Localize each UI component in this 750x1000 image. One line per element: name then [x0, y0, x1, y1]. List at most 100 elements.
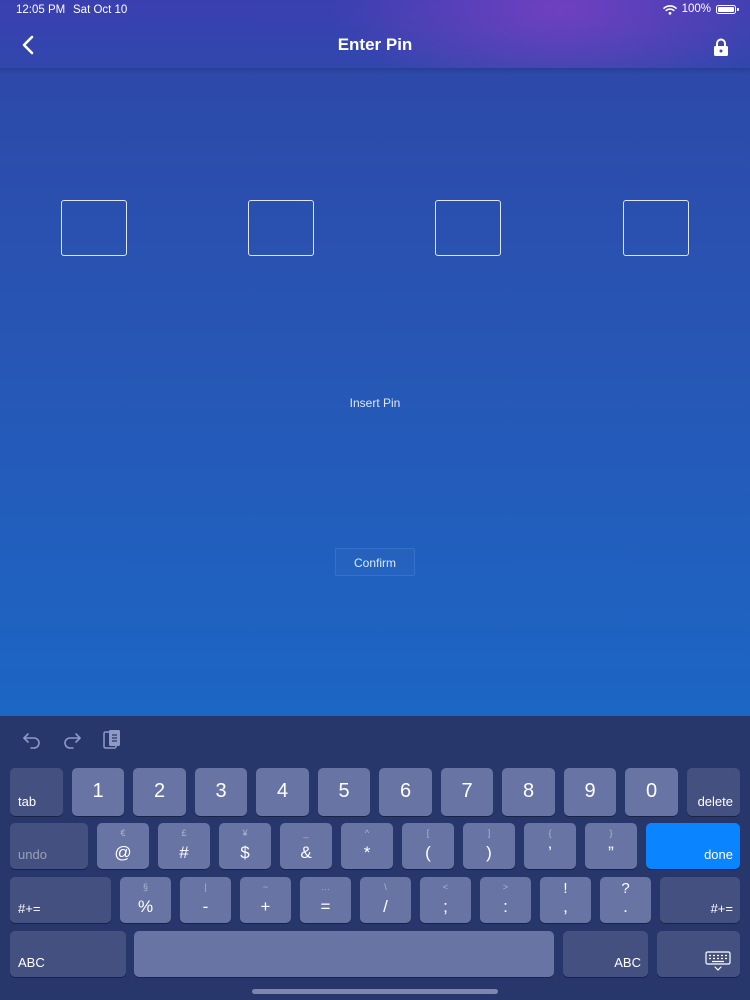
key-minus[interactable]: | -	[180, 877, 231, 923]
key-alt-label: !	[563, 880, 568, 897]
key-label: #	[179, 843, 189, 862]
status-bar: 12:05 PM Sat Oct 10 100%	[0, 0, 750, 22]
key-space[interactable]	[134, 931, 554, 977]
key-label: 4	[276, 780, 289, 802]
key-comma[interactable]: !,	[540, 877, 591, 923]
nav-shadow	[0, 68, 750, 74]
pin-slot-2[interactable]	[248, 200, 314, 256]
key-alt-label: €	[120, 828, 126, 838]
key-period[interactable]: ?.	[600, 877, 651, 923]
status-time: 12:05 PM	[16, 4, 66, 16]
key-done[interactable]: done	[646, 823, 740, 869]
key-label: 3	[215, 780, 227, 802]
key-7[interactable]: 7	[441, 768, 493, 816]
key-plus[interactable]: ~ +	[240, 877, 291, 923]
key-8[interactable]: 8	[502, 768, 555, 816]
key-label: 8	[522, 780, 535, 802]
key-label: @	[114, 843, 132, 862]
lock-button[interactable]	[710, 35, 732, 59]
key-alt-label: <	[442, 882, 449, 892]
key-5[interactable]: 5	[318, 768, 370, 816]
key-label: 7	[461, 780, 473, 802]
key-alt-label: |	[204, 882, 207, 892]
key-label: done	[704, 847, 733, 862]
key-2[interactable]: 2	[133, 768, 186, 816]
key-hash[interactable]: £ #	[158, 823, 210, 869]
nav-bar: Enter Pin	[0, 22, 750, 68]
key-dollar[interactable]: ¥ $	[219, 823, 271, 869]
key-close-paren[interactable]: ])	[463, 823, 515, 869]
key-1[interactable]: 1	[72, 768, 124, 816]
key-9[interactable]: 9	[564, 768, 616, 816]
key-open-paren[interactable]: [(	[402, 823, 454, 869]
key-label: *	[363, 843, 371, 862]
key-at[interactable]: € @	[97, 823, 149, 869]
key-quote[interactable]: }”	[585, 823, 637, 869]
home-indicator	[252, 989, 498, 994]
key-alt-label: §	[142, 882, 148, 892]
key-dismiss-keyboard[interactable]	[657, 931, 740, 977]
key-alt-label: \	[384, 882, 387, 892]
key-asterisk[interactable]: ^ *	[341, 823, 393, 869]
key-label: :	[503, 897, 508, 916]
key-abc-right[interactable]: ABC	[563, 931, 648, 977]
key-apostrophe[interactable]: {’	[524, 823, 576, 869]
key-label: #+=	[710, 901, 733, 916]
key-label: 1	[92, 780, 104, 802]
page-title: Enter Pin	[337, 35, 413, 54]
key-ampersand[interactable]: _ &	[280, 823, 332, 869]
keyboard-dismiss-icon	[705, 951, 731, 971]
battery-percent: 100%	[681, 3, 711, 15]
key-semicolon[interactable]: <;	[420, 877, 471, 923]
key-label: )	[486, 843, 492, 862]
status-right: 100%	[662, 3, 739, 15]
key-alt-label: ]	[487, 828, 491, 838]
pin-slot-4[interactable]	[623, 200, 689, 256]
key-alt-label: }	[609, 828, 613, 838]
key-alt-label: >	[502, 882, 509, 892]
confirm-button[interactable]: Confirm	[335, 548, 415, 576]
key-label: #+=	[18, 901, 41, 916]
key-3[interactable]: 3	[195, 768, 247, 816]
key-label: ”	[608, 843, 614, 862]
key-4[interactable]: 4	[256, 768, 309, 816]
key-label: %	[137, 897, 154, 916]
key-tab[interactable]: tab	[10, 768, 63, 816]
key-delete[interactable]: delete	[687, 768, 740, 816]
key-colon[interactable]: >:	[480, 877, 531, 923]
key-more-symbols-left[interactable]: #+=	[10, 877, 111, 923]
key-alt-label: ~	[262, 882, 269, 892]
key-label: ;	[443, 897, 448, 916]
paste-icon[interactable]	[100, 728, 124, 752]
key-label: $	[240, 843, 250, 862]
keyboard: tab 1 2 3 4 5 6 7 8 9 0 delete undo € @ £…	[0, 716, 750, 1000]
key-percent[interactable]: §%	[120, 877, 171, 923]
status-date: Sat Oct 10	[73, 4, 128, 16]
key-slash[interactable]: \ /	[360, 877, 411, 923]
key-0[interactable]: 0	[625, 768, 678, 816]
key-label: delete	[697, 794, 733, 809]
battery-icon	[716, 4, 739, 14]
key-label: 2	[153, 780, 166, 802]
key-label: 6	[399, 780, 412, 802]
key-alt-label: ?	[621, 880, 630, 897]
key-abc-left[interactable]: ABC	[10, 931, 126, 977]
lock-icon	[714, 38, 728, 56]
pin-slot-1[interactable]	[61, 200, 127, 256]
key-label: .	[623, 897, 628, 916]
undo-icon[interactable]	[20, 728, 44, 752]
key-label: ABC	[18, 955, 45, 970]
key-alt-label: …	[321, 882, 330, 892]
key-label: (	[425, 843, 431, 862]
key-alt-label: {	[548, 828, 552, 838]
insert-pin-label: Insert Pin	[349, 396, 401, 410]
key-label: 9	[584, 780, 596, 802]
key-6[interactable]: 6	[379, 768, 432, 816]
wifi-icon	[662, 4, 677, 15]
redo-icon[interactable]	[60, 728, 84, 752]
key-undo[interactable]: undo	[10, 823, 88, 869]
key-equals[interactable]: … =	[300, 877, 351, 923]
pin-slot-3[interactable]	[435, 200, 501, 256]
key-more-symbols-right[interactable]: #+=	[660, 877, 740, 923]
key-label: 0	[645, 780, 658, 802]
